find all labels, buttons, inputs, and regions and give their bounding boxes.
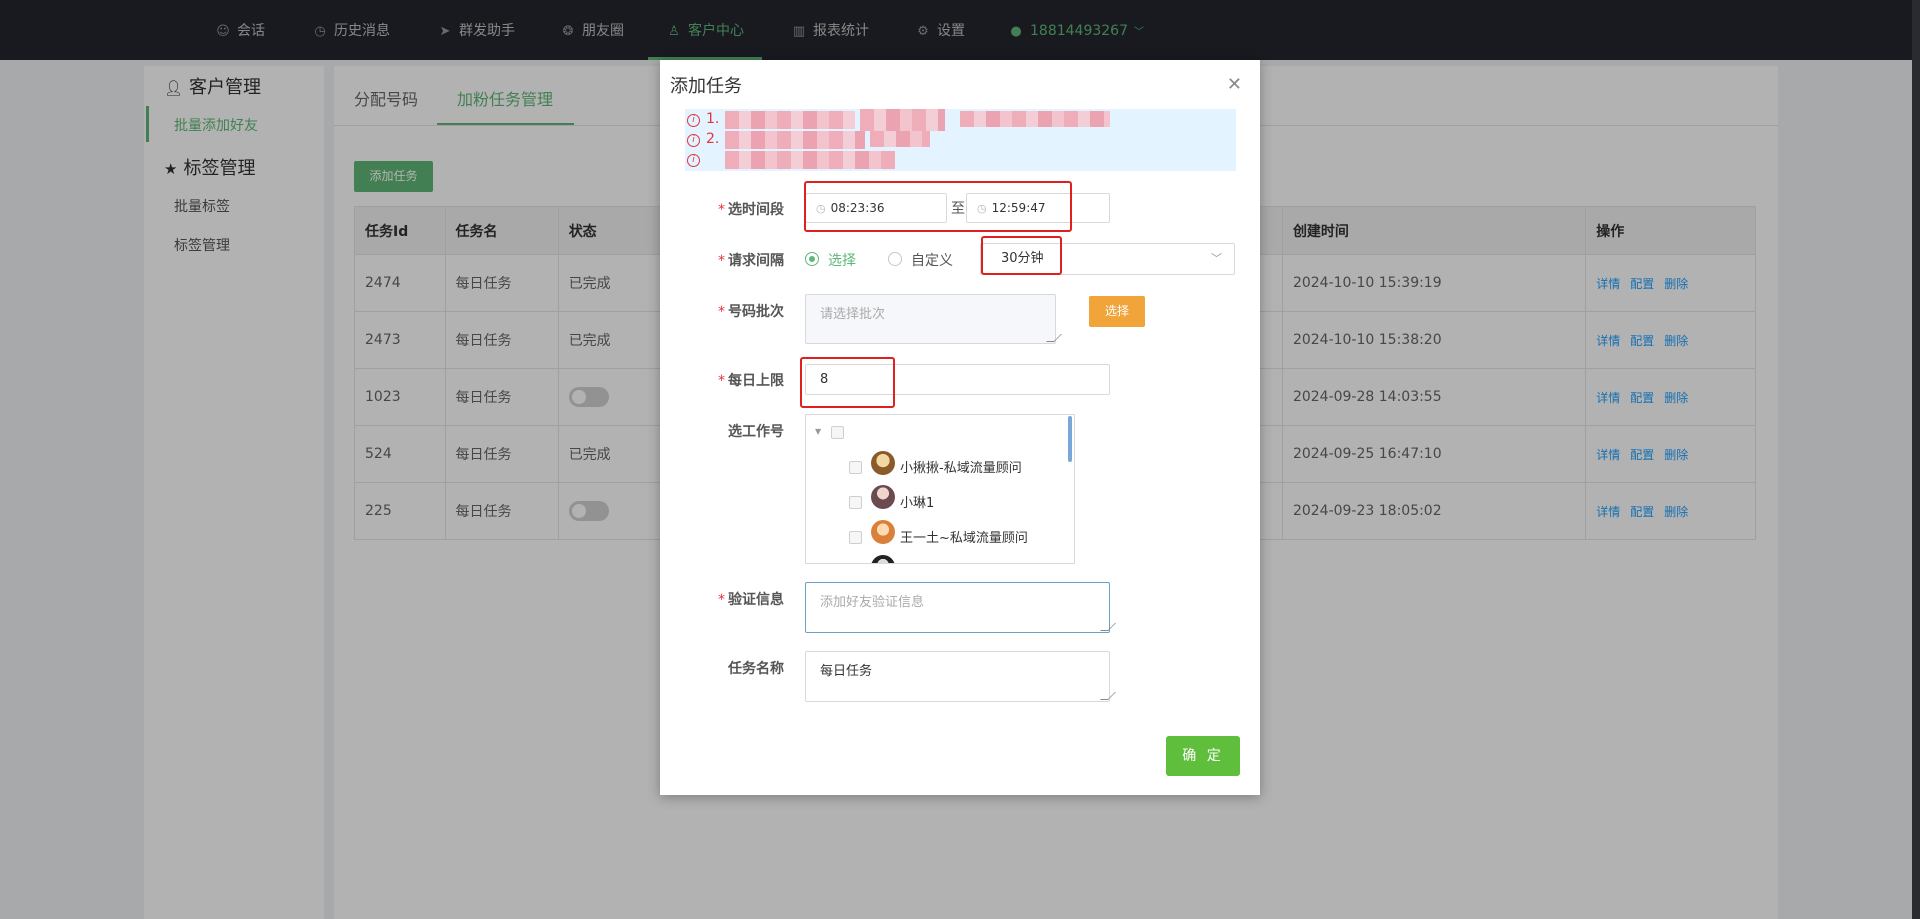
batch-select-button[interactable]: 选择 xyxy=(1089,296,1145,327)
interval-radio-custom[interactable] xyxy=(888,252,902,266)
tree-scrollbar[interactable] xyxy=(1068,416,1072,462)
batch-label: * 号码批次 xyxy=(718,304,784,320)
notice-line: i 1. xyxy=(687,111,719,127)
worker-checkbox[interactable] xyxy=(849,496,862,509)
highlight-box xyxy=(800,357,895,408)
resize-grip[interactable] xyxy=(1046,334,1062,342)
notice-line: i 2. xyxy=(687,131,719,147)
avatar xyxy=(871,451,895,475)
close-icon[interactable]: ✕ xyxy=(1227,76,1242,94)
resize-grip[interactable] xyxy=(1100,623,1116,631)
batch-input[interactable]: 请选择批次 xyxy=(805,294,1062,344)
worker-label: 选工作号 xyxy=(728,424,784,440)
worker-checkbox[interactable] xyxy=(849,461,862,474)
worker-name: 小揪揪-私域流量顾问 xyxy=(900,461,1022,476)
redaction xyxy=(870,131,930,147)
worker-name: 小琳1 xyxy=(900,496,935,511)
notice-line: i xyxy=(687,151,706,167)
interval-label: * 请求间隔 xyxy=(718,253,784,269)
resize-grip[interactable] xyxy=(1100,692,1116,700)
daily-limit-label: * 每日上限 xyxy=(718,373,784,389)
chevron-down-icon: ﹀ xyxy=(1211,252,1222,265)
add-task-dialog: 添加任务 ✕ i 1. i 2. i * 选时间段 ◷ 08:23:36 至 ◷ 12:5… xyxy=(660,60,1260,795)
verify-label: * 验证信息 xyxy=(718,592,784,608)
confirm-button[interactable]: 确 定 xyxy=(1166,736,1240,776)
interval-radio-select[interactable] xyxy=(805,252,819,266)
task-name-input[interactable]: 每日任务 xyxy=(805,651,1116,702)
interval-radio-custom-label[interactable]: 自定义 xyxy=(911,250,953,270)
avatar xyxy=(871,555,895,563)
avatar xyxy=(871,520,895,544)
time-range-label: * 选时间段 xyxy=(718,202,784,218)
redaction xyxy=(860,109,945,131)
highlight-box xyxy=(804,181,1072,232)
redaction xyxy=(725,111,855,129)
redaction xyxy=(725,151,895,169)
worker-name: 王一土~私域流量顾问 xyxy=(900,531,1028,546)
worker-checkbox[interactable] xyxy=(849,531,862,544)
redaction xyxy=(725,131,865,149)
info-icon: i xyxy=(687,114,700,127)
task-name-label: 任务名称 xyxy=(728,661,784,677)
tree-root-checkbox[interactable] xyxy=(831,426,844,439)
dialog-title: 添加任务 xyxy=(670,76,742,97)
info-icon: i xyxy=(687,134,700,147)
avatar xyxy=(871,485,895,509)
worker-tree: ▼ 小揪揪-私域流量顾问 小琳1 王一土~私域流量顾问 xyxy=(805,414,1075,564)
info-icon: i xyxy=(687,154,700,167)
redaction xyxy=(960,111,1110,127)
notice-box: i 1. i 2. i xyxy=(685,109,1236,171)
highlight-box xyxy=(981,236,1062,275)
caret-down-icon[interactable]: ▼ xyxy=(815,427,821,436)
verify-message-input[interactable]: 添加好友验证信息 xyxy=(805,582,1116,633)
interval-radio-select-label[interactable]: 选择 xyxy=(828,250,856,270)
